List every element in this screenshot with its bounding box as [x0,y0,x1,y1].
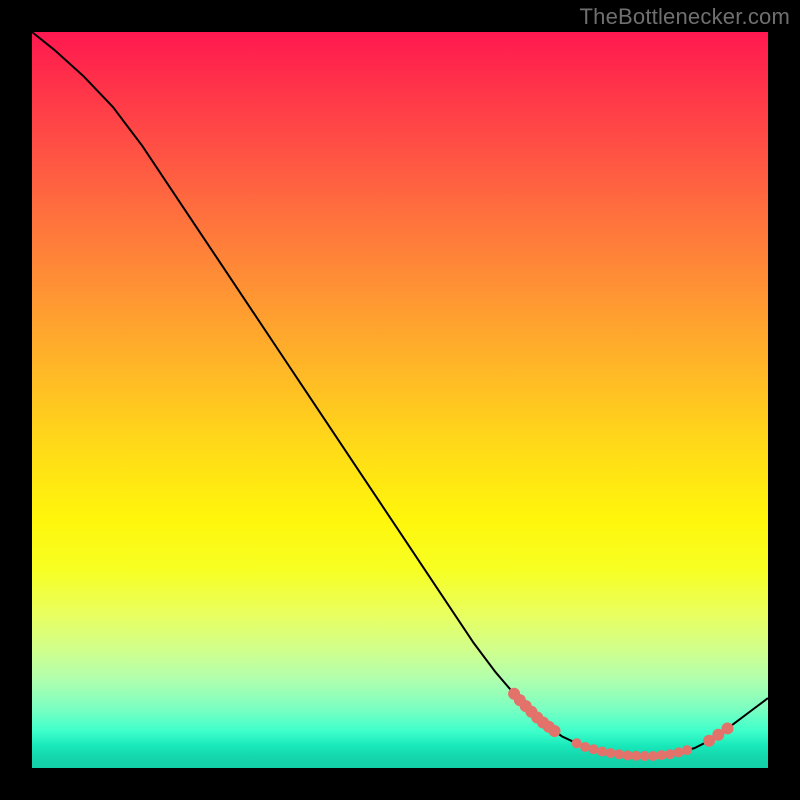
data-dot [597,746,607,756]
data-dot [606,748,616,758]
chart-frame: TheBottlenecker.com [0,0,800,800]
data-dot [657,750,667,760]
plot-svg [32,32,768,768]
data-dot [682,745,692,755]
plot-area [32,32,768,768]
main-curve [32,32,768,756]
watermark-text: TheBottlenecker.com [580,4,790,30]
data-dot [614,749,624,759]
data-dot [648,751,658,761]
dots-group [508,688,733,761]
data-dot [580,742,590,752]
data-dot [722,722,734,734]
data-dot [623,750,633,760]
data-dot [549,725,561,737]
data-dot [674,747,684,757]
data-dot [589,744,599,754]
data-dot [665,749,675,759]
